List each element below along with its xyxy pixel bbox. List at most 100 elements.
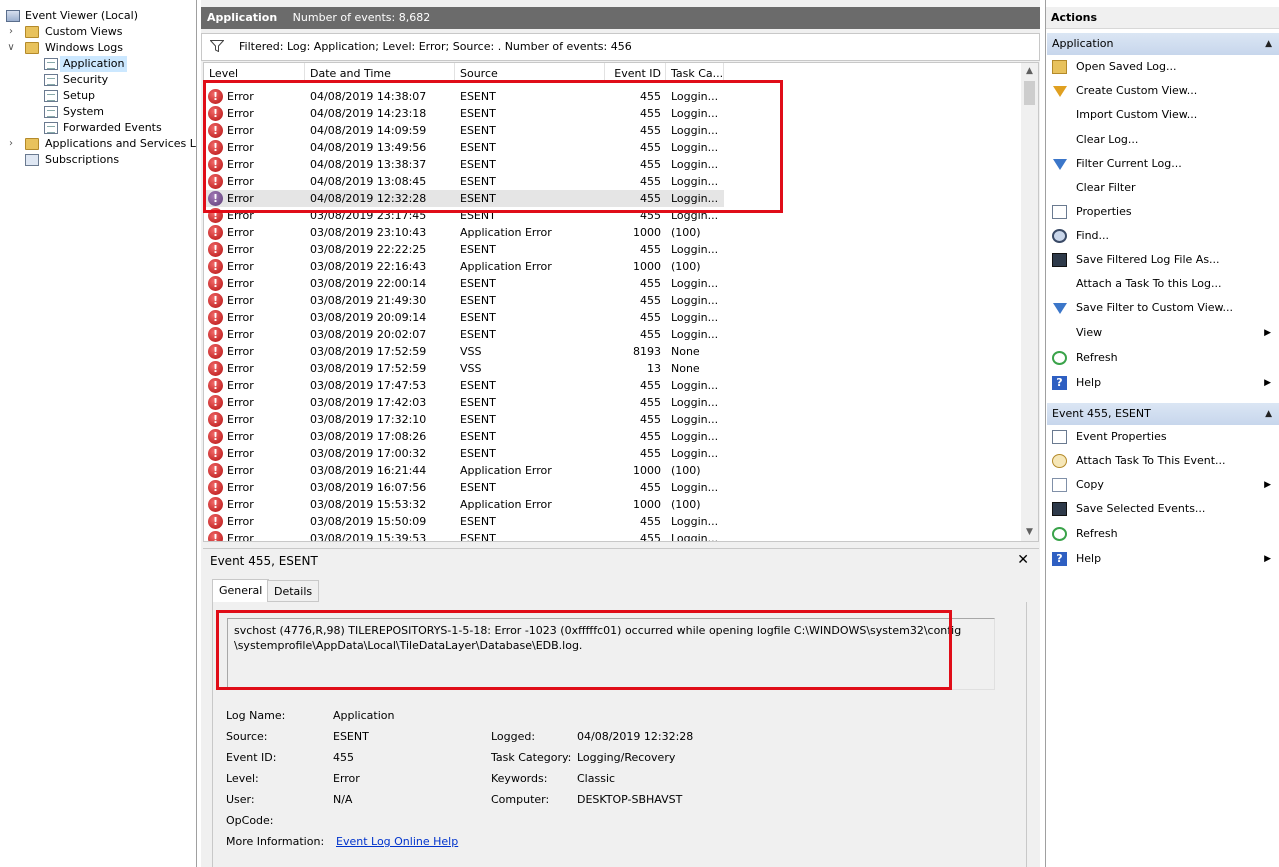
event-row[interactable]: ! Error 04/08/2019 14:23:18 ESENT 455 Loggin.… <box>204 105 724 122</box>
event-row[interactable]: ! Error 04/08/2019 14:09:59 ESENT 455 Loggin.… <box>204 122 724 139</box>
datetime-cell: 03/08/2019 15:39:53 <box>310 532 427 542</box>
action-properties[interactable]: Properties <box>1047 202 1279 222</box>
action-import-custom-view[interactable]: Import Custom View... <box>1047 105 1279 125</box>
action-create-custom-view[interactable]: Create Custom View... <box>1047 81 1279 101</box>
action-save-filter-to-custom-view[interactable]: Save Filter to Custom View... <box>1047 298 1279 318</box>
tree-item-apps-services-logs[interactable]: › Applications and Services Logs <box>6 136 196 152</box>
event-id-cell: 455 <box>640 311 661 324</box>
tree-item-custom-views[interactable]: › Custom Views <box>6 24 125 40</box>
action-attach-task-to-this-event[interactable]: Attach Task To This Event... <box>1047 451 1279 471</box>
level-cell: Error <box>227 192 254 205</box>
event-id-cell: 1000 <box>633 498 661 511</box>
datetime-cell: 03/08/2019 22:22:25 <box>310 243 427 256</box>
tree-item-security[interactable]: Security <box>42 72 111 88</box>
tab-details[interactable]: Details <box>267 580 320 602</box>
action-help[interactable]: ? Help ▶ <box>1047 373 1279 393</box>
action-refresh[interactable]: Refresh <box>1047 524 1279 544</box>
action-help[interactable]: ? Help ▶ <box>1047 549 1279 569</box>
action-event-properties[interactable]: Event Properties <box>1047 427 1279 447</box>
event-row[interactable]: ! Error 03/08/2019 20:09:14 ESENT 455 Loggin.… <box>204 309 724 326</box>
log-name-value: Application <box>333 709 395 722</box>
vertical-scrollbar[interactable]: ▲ ▼ <box>1021 63 1038 541</box>
column-header-level[interactable]: Level <box>204 63 305 82</box>
expand-chevron-icon[interactable]: › <box>6 136 16 152</box>
error-icon: ! <box>208 395 223 410</box>
event-id-cell: 455 <box>640 277 661 290</box>
event-row[interactable]: ! Error 03/08/2019 16:21:44 Application Err… <box>204 462 724 479</box>
column-header-source[interactable]: Source <box>455 63 605 82</box>
actions-section-event[interactable]: Event 455, ESENT ▲ <box>1047 403 1279 425</box>
tree-item-setup[interactable]: Setup <box>42 88 98 104</box>
event-row[interactable]: ! Error 03/08/2019 17:42:03 ESENT 455 Loggin.… <box>204 394 724 411</box>
error-icon: ! <box>208 106 223 121</box>
tree-item-windows-logs[interactable]: ∨ Windows Logs <box>6 40 126 56</box>
event-row[interactable]: ! Error 04/08/2019 13:08:45 ESENT 455 Loggin.… <box>204 173 724 190</box>
actions-section-application[interactable]: Application ▲ <box>1047 33 1279 55</box>
event-row[interactable]: ! Error 04/08/2019 13:49:56 ESENT 455 Loggin.… <box>204 139 724 156</box>
datetime-cell: 03/08/2019 17:52:59 <box>310 362 427 375</box>
event-row[interactable]: ! Error 03/08/2019 17:00:32 ESENT 455 Loggin.… <box>204 445 724 462</box>
event-row[interactable]: ! Error 03/08/2019 20:02:07 ESENT 455 Loggin.… <box>204 326 724 343</box>
action-attach-a-task-to-this-log[interactable]: Attach a Task To this Log... <box>1047 274 1279 294</box>
event-row[interactable]: ! Error 03/08/2019 23:10:43 Application Err… <box>204 224 724 241</box>
action-filter-current-log[interactable]: Filter Current Log... <box>1047 154 1279 174</box>
event-row[interactable]: ! Error 03/08/2019 22:22:25 ESENT 455 Loggin.… <box>204 241 724 258</box>
collapse-chevron-icon[interactable]: ∨ <box>6 40 16 56</box>
action-clear-log[interactable]: Clear Log... <box>1047 130 1279 150</box>
event-row[interactable]: ! Error 03/08/2019 17:52:59 VSS 8193 None <box>204 343 724 360</box>
actions-header: Actions <box>1046 7 1279 29</box>
event-row[interactable]: ! Error 03/08/2019 15:50:09 ESENT 455 Loggin.… <box>204 513 724 530</box>
action-save-filtered-log-file-as[interactable]: Save Filtered Log File As... <box>1047 250 1279 270</box>
tab-general[interactable]: General <box>212 579 270 602</box>
tree-item-subscriptions[interactable]: Subscriptions <box>6 152 122 168</box>
error-icon: ! <box>208 191 223 206</box>
column-header-task-category[interactable]: Task Ca... <box>666 63 724 82</box>
action-view[interactable]: View ▶ <box>1047 323 1279 343</box>
column-header-event-id[interactable]: Event ID <box>605 63 666 82</box>
event-description[interactable]: svchost (4776,R,98) TILEREPOSITORYS-1-5-… <box>227 618 995 690</box>
event-row[interactable]: ! Error 04/08/2019 14:38:07 ESENT 455 Loggin.… <box>204 88 724 105</box>
source-cell: Application Error <box>460 464 552 477</box>
event-row[interactable]: ! Error 03/08/2019 17:32:10 ESENT 455 Loggin.… <box>204 411 724 428</box>
collapse-arrow-icon[interactable]: ▲ <box>1265 33 1272 55</box>
event-row[interactable]: ! Error 03/08/2019 22:00:14 ESENT 455 Loggin.… <box>204 275 724 292</box>
event-row[interactable]: ! Error 04/08/2019 13:38:37 ESENT 455 Loggin.… <box>204 156 724 173</box>
column-header-date-time[interactable]: Date and Time <box>305 63 455 82</box>
tree-item-event-viewer[interactable]: Event Viewer (Local) <box>6 8 141 24</box>
scroll-thumb[interactable] <box>1024 81 1035 105</box>
collapse-arrow-icon[interactable]: ▲ <box>1265 403 1272 425</box>
event-row[interactable]: ! Error 03/08/2019 17:52:59 VSS 13 None <box>204 360 724 377</box>
action-copy[interactable]: Copy ▶ <box>1047 475 1279 495</box>
level-cell: Error <box>227 345 254 358</box>
events-grid[interactable]: Level Date and Time Source Event ID Task… <box>203 62 1039 542</box>
event-row[interactable]: ! Error 03/08/2019 17:08:26 ESENT 455 Loggin.… <box>204 428 724 445</box>
scroll-up-icon[interactable]: ▲ <box>1021 63 1038 80</box>
event-row[interactable]: ! Error 03/08/2019 21:49:30 ESENT 455 Loggin.… <box>204 292 724 309</box>
action-label: Save Filtered Log File As... <box>1076 253 1220 266</box>
event-row[interactable]: ! Error 03/08/2019 15:53:32 Application Err… <box>204 496 724 513</box>
tree-item-forwarded-events[interactable]: Forwarded Events <box>42 120 165 136</box>
action-refresh[interactable]: Refresh <box>1047 348 1279 368</box>
event-row[interactable]: ! Error 03/08/2019 17:47:53 ESENT 455 Loggin.… <box>204 377 724 394</box>
action-save-selected-events[interactable]: Save Selected Events... <box>1047 499 1279 519</box>
source-cell: ESENT <box>460 532 496 542</box>
tree-item-system[interactable]: System <box>42 104 107 120</box>
event-id-cell: 455 <box>640 379 661 392</box>
task-category-cell: Loggin... <box>671 90 719 103</box>
action-clear-filter[interactable]: Clear Filter <box>1047 178 1279 198</box>
scroll-down-icon[interactable]: ▼ <box>1021 524 1038 541</box>
log-icon <box>44 106 58 118</box>
action-find[interactable]: Find... <box>1047 226 1279 246</box>
binoculars-icon <box>1052 229 1067 243</box>
action-open-saved-log[interactable]: Open Saved Log... <box>1047 57 1279 77</box>
event-row[interactable]: ! Error 03/08/2019 16:07:56 ESENT 455 Loggin.… <box>204 479 724 496</box>
event-row[interactable]: ! Error 04/08/2019 12:32:28 ESENT 455 Loggin.… <box>204 190 724 207</box>
event-row[interactable]: ! Error 03/08/2019 15:39:53 ESENT 455 Loggin.… <box>204 530 724 542</box>
event-id-cell: 455 <box>640 141 661 154</box>
event-log-online-help-link[interactable]: Event Log Online Help <box>336 835 458 849</box>
tree-item-application[interactable]: Application <box>42 56 128 72</box>
event-row[interactable]: ! Error 03/08/2019 23:17:45 ESENT 455 Loggin.… <box>204 207 724 224</box>
expand-chevron-icon[interactable]: › <box>6 24 16 40</box>
close-icon[interactable]: ✕ <box>1017 552 1029 568</box>
event-row[interactable]: ! Error 03/08/2019 22:16:43 Application Err… <box>204 258 724 275</box>
